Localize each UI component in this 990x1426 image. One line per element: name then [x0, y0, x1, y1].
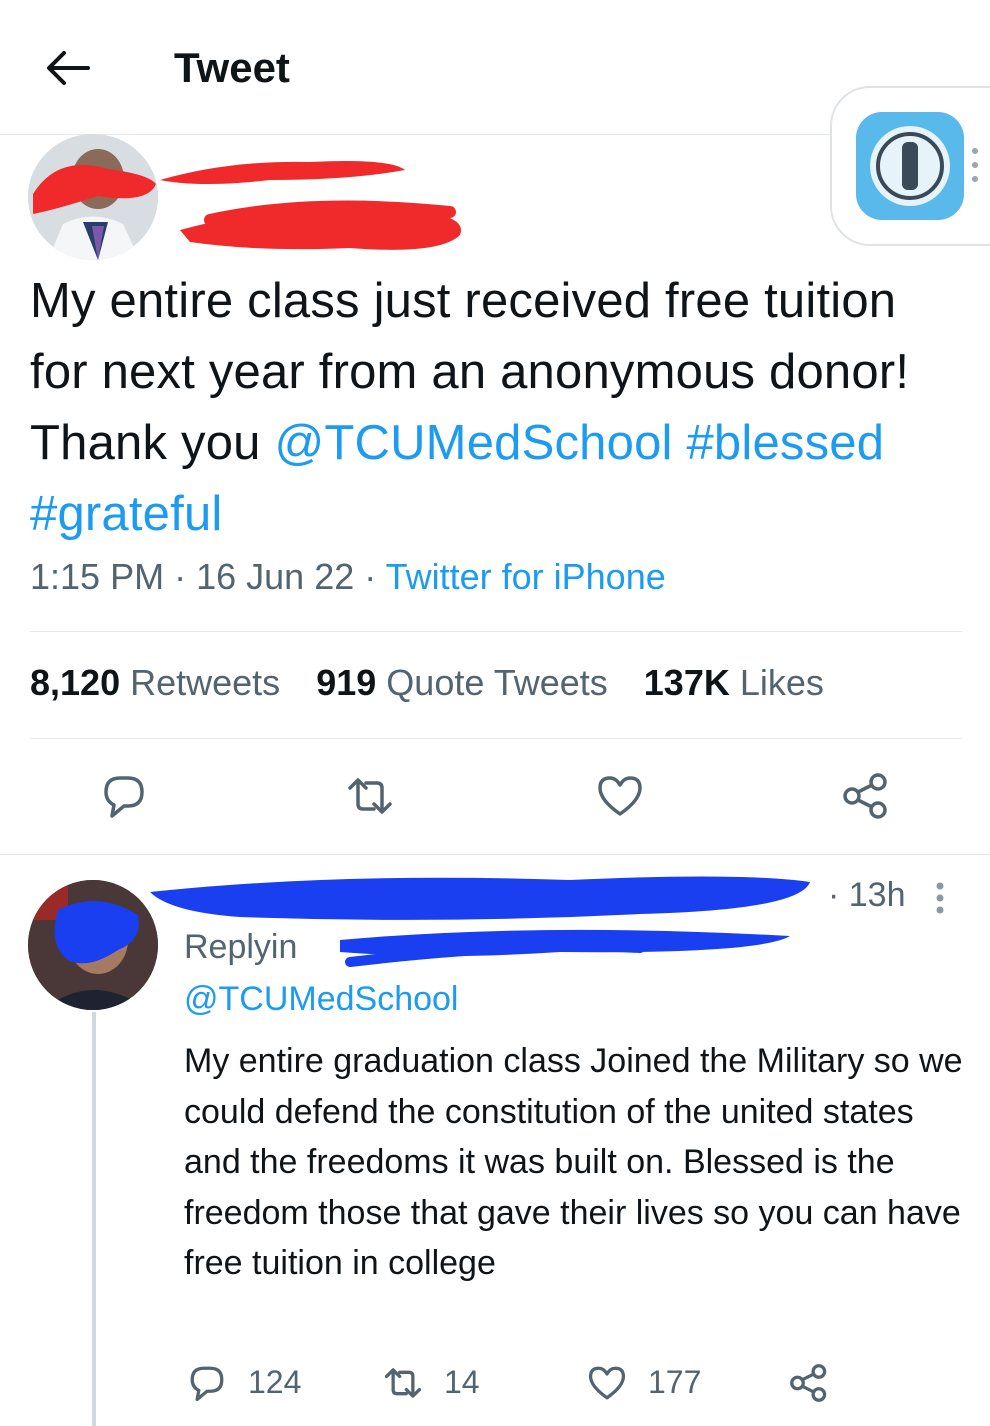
- likes-label: Likes: [739, 662, 824, 703]
- more-icon[interactable]: [930, 880, 950, 920]
- retweets-count: 8,120: [30, 662, 121, 703]
- meta-separator: ·: [174, 556, 187, 597]
- tweet-stats: 8,120 Retweets 919 Quote Tweets 137K Lik…: [30, 662, 850, 704]
- reply-time[interactable]: · 13h: [828, 876, 906, 915]
- share-icon[interactable]: [838, 768, 894, 824]
- hashtag-link[interactable]: #grateful: [30, 487, 223, 541]
- like-icon[interactable]: [592, 768, 648, 824]
- back-arrow-icon[interactable]: [44, 48, 92, 88]
- reply-mention-link[interactable]: @TCUMedSchool: [184, 980, 459, 1019]
- tweet-meta: 1:15 PM · 16 Jun 22 · Twitter for iPhone: [30, 556, 666, 598]
- retweet-icon[interactable]: [342, 768, 398, 824]
- meta-divider: [30, 631, 962, 632]
- reply-icon[interactable]: [184, 1360, 230, 1406]
- stats-divider: [30, 738, 962, 739]
- retweets-label: Retweets: [130, 662, 281, 703]
- share-icon[interactable]: [786, 1360, 832, 1406]
- likes-count: 137K: [643, 662, 730, 703]
- mention-link[interactable]: @TCUMedSchool: [274, 416, 672, 470]
- replying-to-label: Replyin: [184, 928, 298, 966]
- reply-icon[interactable]: [96, 768, 152, 824]
- reply-author-avatar[interactable]: [28, 880, 158, 1010]
- author-avatar[interactable]: [28, 134, 158, 260]
- tweet-time[interactable]: 1:15 PM: [30, 556, 164, 597]
- retweet-icon[interactable]: [380, 1360, 426, 1406]
- actions-divider: [0, 854, 990, 855]
- reply-text: My entire graduation class Joined the Mi…: [184, 1042, 963, 1282]
- hashtag-link[interactable]: #blessed: [686, 416, 884, 470]
- like-count: 177: [648, 1364, 702, 1400]
- like-icon[interactable]: [584, 1360, 630, 1406]
- retweets-stat[interactable]: 8,120 Retweets: [30, 662, 280, 703]
- quotes-count: 919: [316, 662, 377, 703]
- reply-count: 124: [248, 1364, 302, 1400]
- tweet-date[interactable]: 16 Jun 22: [196, 556, 354, 597]
- tweet-text: My entire class just received free tuiti…: [30, 266, 960, 550]
- quotes-label: Quote Tweets: [386, 662, 608, 703]
- meta-separator: ·: [364, 556, 377, 597]
- quotes-stat[interactable]: 919 Quote Tweets: [316, 662, 608, 703]
- author-name-redaction: [160, 161, 461, 250]
- thread-line: [92, 1012, 96, 1426]
- password-manager-widget[interactable]: [830, 86, 990, 246]
- likes-stat[interactable]: 137K Likes: [644, 662, 824, 703]
- page-title: Tweet: [174, 44, 290, 91]
- password-manager-icon: [856, 112, 978, 220]
- retweet-count: 14: [444, 1364, 480, 1400]
- tweet-source[interactable]: Twitter for iPhone: [386, 556, 666, 597]
